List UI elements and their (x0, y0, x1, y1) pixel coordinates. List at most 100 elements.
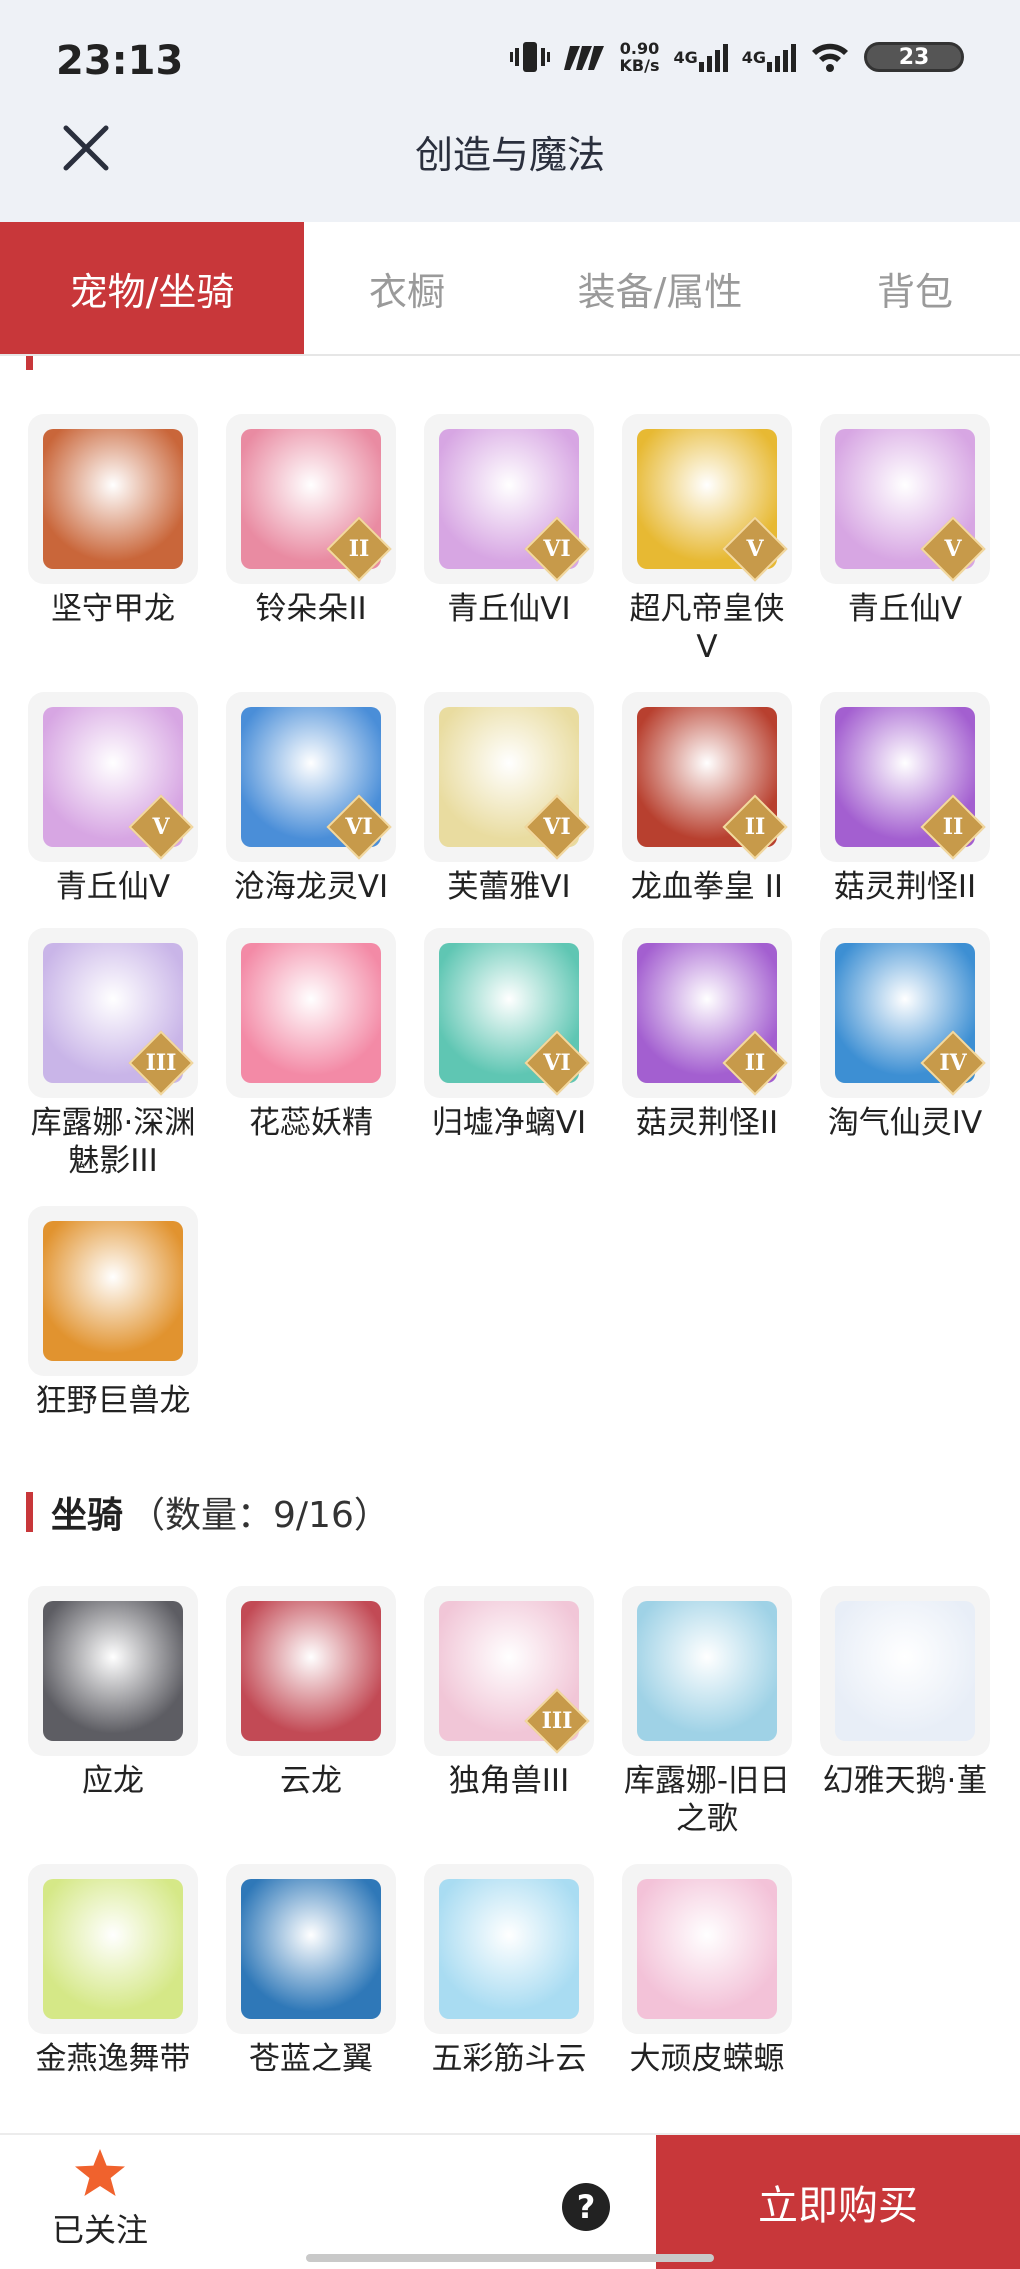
mount-thumbnail (424, 1864, 594, 2034)
status-icons: 0.90 KB/s 4G 4G 23 (509, 40, 964, 74)
pet-card[interactable]: III 库露娜·深渊魅影III (28, 928, 198, 1180)
pet-card[interactable]: V 青丘仙V (28, 692, 198, 906)
wild-beast-dragon-pet-icon (43, 1221, 183, 1361)
pet-thumbnail: II (226, 414, 396, 584)
mount-thumbnail (226, 1586, 396, 1756)
network-speed: 0.90 KB/s (620, 40, 660, 74)
pet-name: 库露娜·深渊魅影III (30, 1105, 196, 1179)
mount-name: 应龙 (82, 1763, 144, 1799)
pet-card[interactable]: 花蕊妖精 (226, 928, 396, 1142)
help-button[interactable]: ? (562, 2183, 610, 2231)
mount-card[interactable]: 库露娜-旧日之歌 (622, 1586, 792, 1838)
network-type-2: 4G (741, 47, 766, 67)
mount-name: 五彩筋斗云 (431, 2041, 587, 2077)
pet-card[interactable]: IV 淘气仙灵IV (820, 928, 990, 1142)
mount-card[interactable]: 应龙 (28, 1586, 198, 1800)
content-scroll-area[interactable]: 坚守甲龙 II 铃朵朵II VI 青丘仙VI V 超凡帝皇侠V V 青丘仙V V 青丘仙V VI 沧海龙… (0, 356, 1020, 2106)
mount-thumbnail: III (424, 1586, 594, 1756)
golden-swallow-ribbon-mount-icon (43, 1879, 183, 2019)
pet-card[interactable]: VI 归墟净螭VI (424, 928, 594, 1142)
pet-name: 铃朵朵II (255, 591, 367, 627)
ying-dragon-mount-icon (43, 1601, 183, 1741)
pet-thumbnail: V (622, 414, 792, 584)
axolotl-mount-icon (637, 1879, 777, 2019)
pet-thumbnail: VI (226, 692, 396, 862)
mount-name: 大顽皮蝾螈 (629, 2041, 785, 2077)
dragon-pet-icon (43, 429, 183, 569)
tab-wardrobe[interactable]: 衣橱 (304, 222, 510, 354)
signal-bars-icon (698, 44, 728, 72)
mount-thumbnail (28, 1586, 198, 1756)
tier-badge-text: VI (543, 1050, 571, 1076)
mount-card[interactable]: 苍蓝之翼 (226, 1864, 396, 2078)
mount-thumbnail (622, 1864, 792, 2034)
page-header: 创造与魔法 (0, 110, 1020, 222)
pet-thumbnail: V (28, 692, 198, 862)
pet-thumbnail: VI (424, 414, 594, 584)
mount-card[interactable]: 金燕逸舞带 (28, 1864, 198, 2078)
tier-badge-text: II (744, 1050, 766, 1076)
pet-thumbnail: VI (424, 692, 594, 862)
pet-card[interactable]: II 菇灵荆怪II (820, 692, 990, 906)
cloud-dragon-mount-icon (241, 1601, 381, 1741)
somersault-cloud-mount-icon (439, 1879, 579, 2019)
pet-name: 菇灵荆怪II (635, 1105, 779, 1141)
top-bar: 23:13 0.90 KB/s 4G 4G 23 创造与魔法 (0, 0, 1020, 222)
pet-card[interactable]: VI 青丘仙VI (424, 414, 594, 628)
pet-card[interactable]: 狂野巨兽龙 (28, 1206, 198, 1420)
signal-2: 4G (742, 40, 796, 74)
tab-pets-mounts[interactable]: 宠物/坐骑 (0, 222, 304, 354)
mount-name: 独角兽III (448, 1763, 570, 1799)
mount-card[interactable]: III 独角兽III (424, 1586, 594, 1800)
vibrate-icon (509, 40, 550, 74)
pet-name: 坚守甲龙 (51, 591, 175, 627)
pet-name: 淘气仙灵IV (827, 1105, 983, 1141)
pet-name: 归墟净螭VI (431, 1105, 587, 1141)
pet-card[interactable]: VI 芙蕾雅VI (424, 692, 594, 906)
pet-name: 芙蕾雅VI (447, 869, 571, 905)
tier-badge-text: V (944, 536, 962, 562)
tab-equipment-attributes[interactable]: 装备/属性 (510, 222, 810, 354)
pet-card[interactable]: II 菇灵荆怪II (622, 928, 792, 1142)
pets-section-header-partial (26, 356, 51, 370)
section-marker (26, 1492, 33, 1532)
pet-thumbnail (28, 414, 198, 584)
pet-thumbnail: V (820, 414, 990, 584)
mount-name: 库露娜-旧日之歌 (623, 1763, 791, 1837)
tier-badge-text: II (744, 814, 766, 840)
mounts-section-header: 坐骑 （数量：9/16） (26, 1486, 390, 1538)
mount-thumbnail (28, 1864, 198, 2034)
tab-backpack[interactable]: 背包 (810, 222, 1020, 354)
pet-card[interactable]: II 铃朵朵II (226, 414, 396, 628)
follow-button[interactable]: 已关注 (40, 2147, 160, 2251)
pet-name: 狂野巨兽龙 (35, 1383, 191, 1419)
pet-name: 青丘仙V (55, 869, 171, 905)
swan-mount-icon (835, 1601, 975, 1741)
pet-card[interactable]: V 超凡帝皇侠V (622, 414, 792, 666)
mount-card[interactable]: 云龙 (226, 1586, 396, 1800)
mount-card[interactable]: 幻雅天鹅·堇 (820, 1586, 990, 1800)
pet-name: 青丘仙VI (447, 591, 571, 627)
pet-card[interactable]: II 龙血拳皇 II (622, 692, 792, 906)
buy-now-button[interactable]: 立即购买 (656, 2135, 1020, 2269)
home-indicator (306, 2254, 714, 2262)
tier-badge-text: VI (543, 814, 571, 840)
pet-name: 沧海龙灵VI (233, 869, 389, 905)
carrier-logo-icon (563, 40, 606, 74)
wifi-icon (810, 40, 850, 74)
pet-card[interactable]: V 青丘仙V (820, 414, 990, 628)
pet-card[interactable]: VI 沧海龙灵VI (226, 692, 396, 906)
flower-sprite-pet-icon (241, 943, 381, 1083)
section-marker (26, 356, 33, 370)
pet-name: 菇灵荆怪II (833, 869, 977, 905)
pet-card[interactable]: 坚守甲龙 (28, 414, 198, 628)
mount-card[interactable]: 五彩筋斗云 (424, 1864, 594, 2078)
signal-1: 4G (673, 40, 728, 74)
mount-card[interactable]: 大顽皮蝾螈 (622, 1864, 792, 2078)
tier-badge-text: III (145, 1050, 177, 1076)
mounts-section-title: 坐骑 (51, 1495, 124, 1536)
mount-name: 苍蓝之翼 (249, 2041, 373, 2077)
kuluna-mount-icon (637, 1601, 777, 1741)
pet-thumbnail: IV (820, 928, 990, 1098)
pet-thumbnail: III (28, 928, 198, 1098)
